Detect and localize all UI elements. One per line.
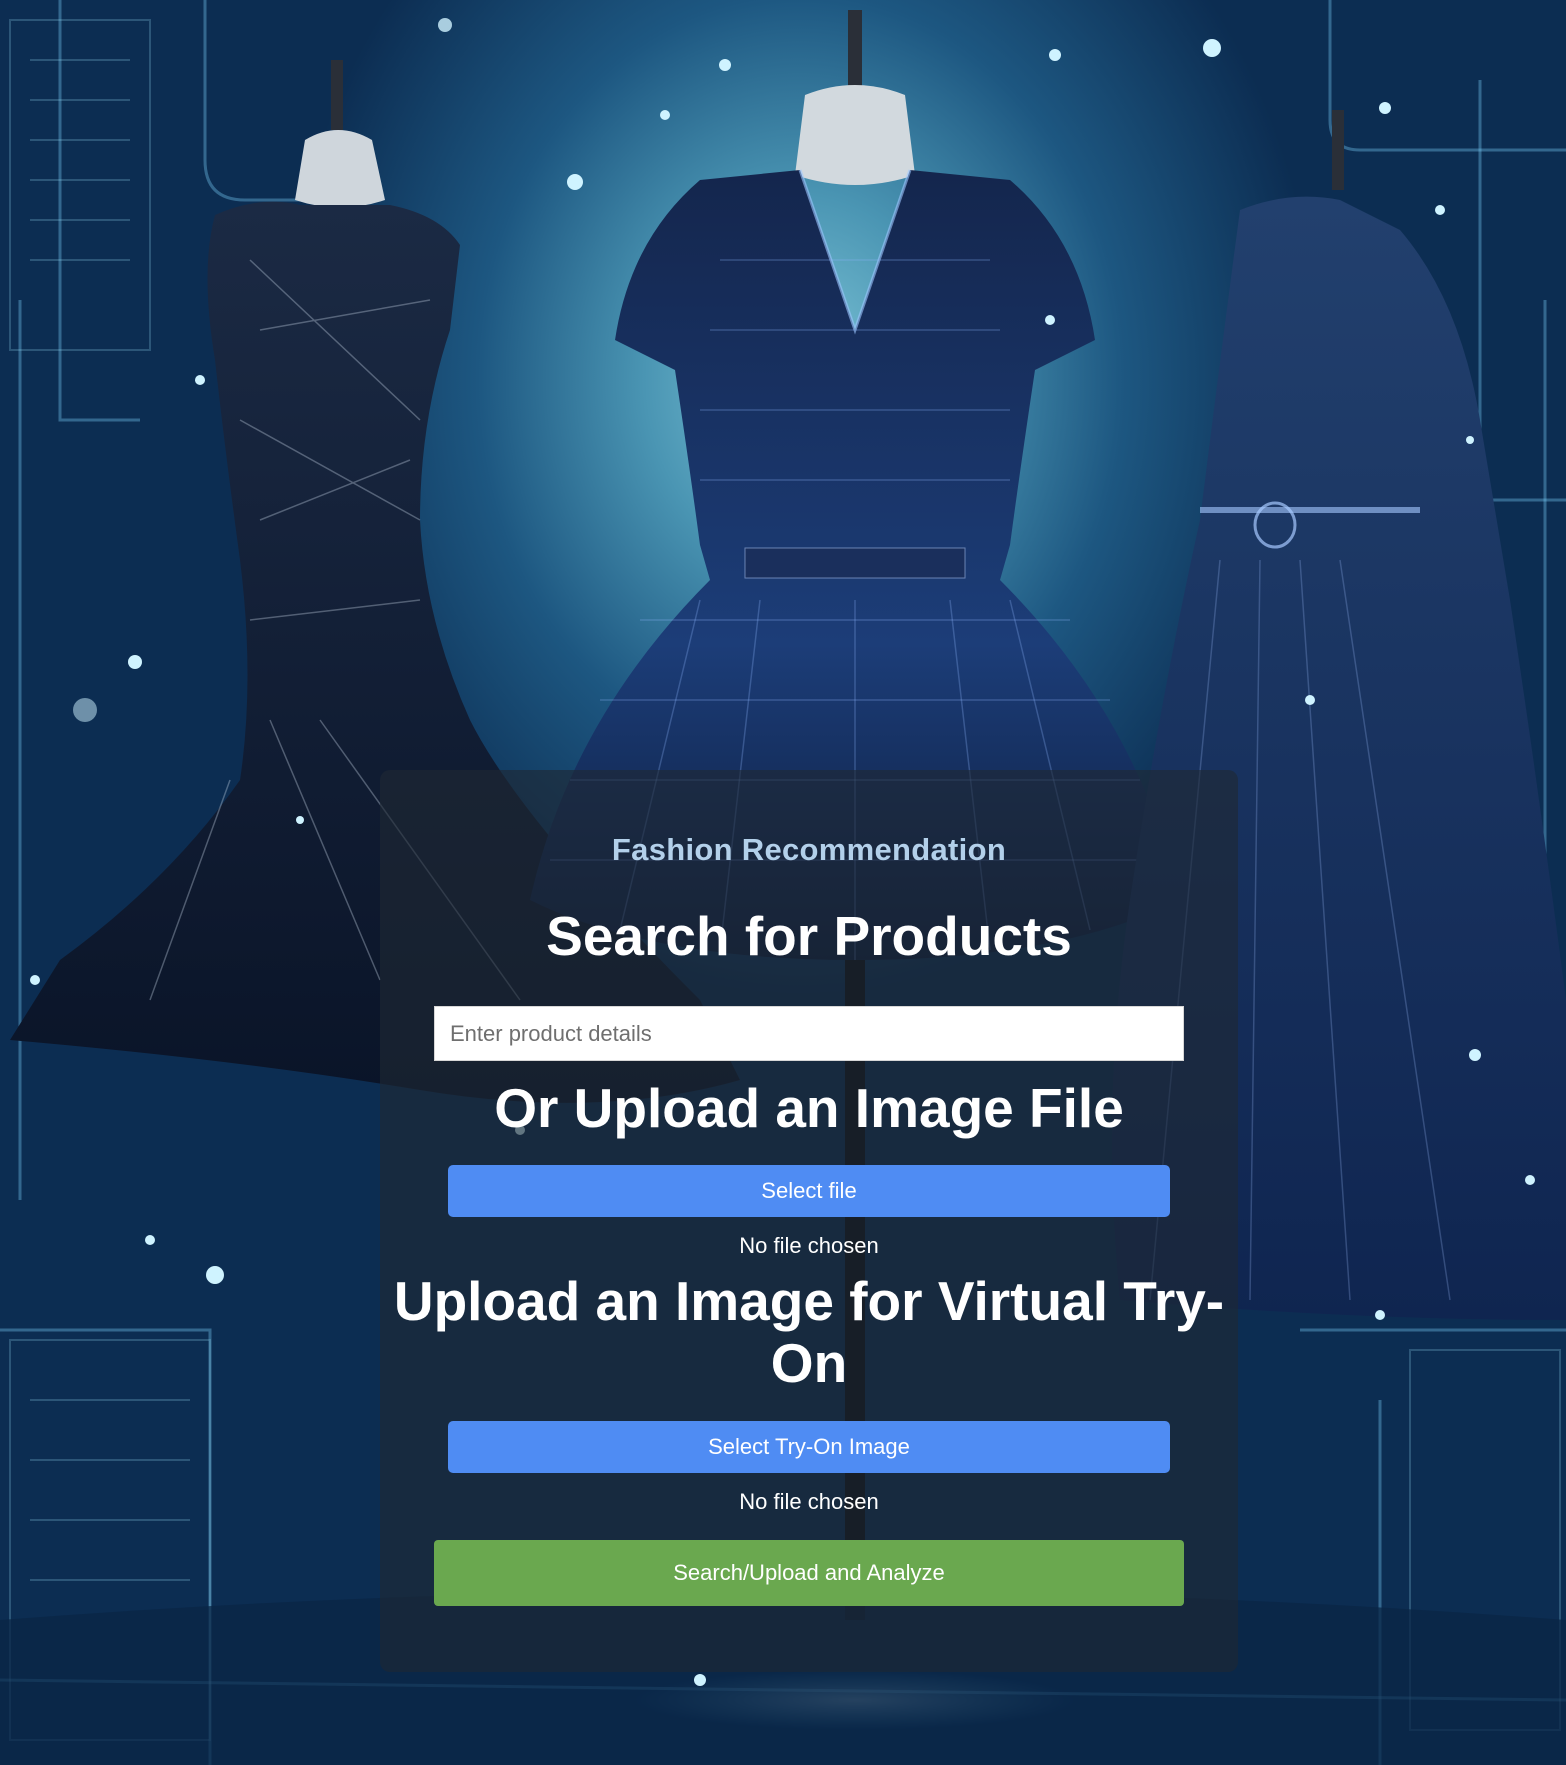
search-card: Fashion Recommendation Search for Produc… bbox=[380, 770, 1238, 1672]
upload-image-heading: Or Upload an Image File bbox=[494, 1077, 1124, 1139]
search-heading: Search for Products bbox=[546, 905, 1072, 967]
image-file-status: No file chosen bbox=[739, 1233, 879, 1258]
tryon-file-status: No file chosen bbox=[739, 1489, 879, 1514]
search-upload-analyze-button[interactable]: Search/Upload and Analyze bbox=[434, 1540, 1184, 1606]
product-search-input[interactable] bbox=[434, 1006, 1184, 1061]
select-file-button[interactable]: Select file bbox=[448, 1165, 1170, 1217]
tryon-heading: Upload an Image for Virtual Try-On bbox=[393, 1270, 1225, 1394]
app-title: Fashion Recommendation bbox=[611, 832, 1007, 867]
select-tryon-image-button[interactable]: Select Try-On Image bbox=[448, 1421, 1170, 1473]
